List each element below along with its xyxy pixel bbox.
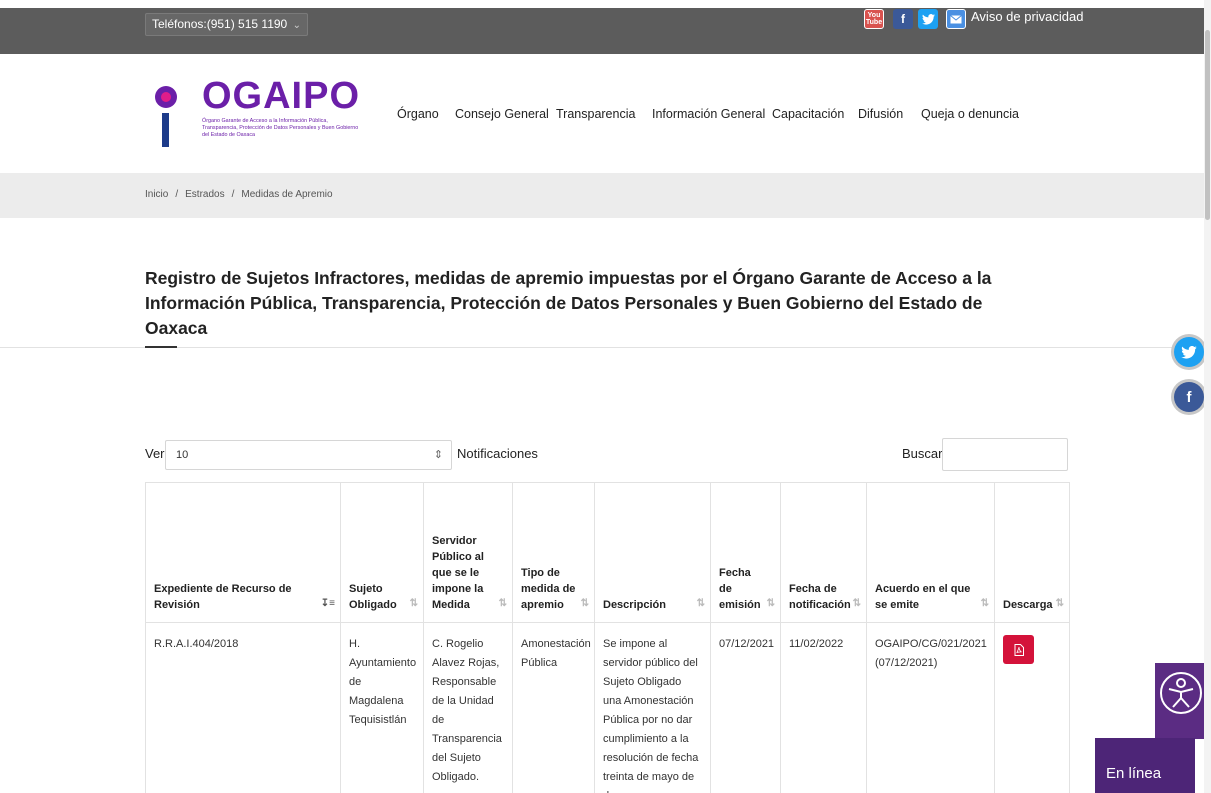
- col-servidor[interactable]: Servidor Público al que se le impone la …: [423, 482, 513, 623]
- scrollbar-thumb[interactable]: [1205, 30, 1210, 220]
- chevron-down-icon: ⌄: [292, 20, 301, 31]
- facebook-icon[interactable]: f: [893, 9, 913, 29]
- sort-icon: ⇅: [1055, 598, 1064, 609]
- share-twitter-icon[interactable]: [1174, 337, 1204, 367]
- cell-servidor: C. Rogelio Alavez Rojas, Responsable de …: [423, 622, 513, 793]
- col-fecha-notificacion-label: Fecha de notificación: [789, 583, 851, 611]
- cell-acuerdo: OGAIPO/CG/021/2021 (07/12/2021): [866, 622, 995, 793]
- nav-consejo-general[interactable]: Consejo General: [455, 107, 549, 121]
- table-row: R.R.A.I.404/2018 H. Ayuntamiento de Magd…: [145, 622, 1070, 793]
- col-fecha-notificacion[interactable]: Fecha de notificación ⇅: [780, 482, 867, 623]
- sort-icon: ⇅: [766, 598, 775, 609]
- sort-icon: ⇅: [580, 598, 589, 609]
- cell-expediente: R.R.A.I.404/2018: [145, 622, 341, 793]
- page-size-label: Ver: [145, 446, 165, 461]
- col-acuerdo-label: Acuerdo en el que se emite: [875, 583, 971, 611]
- col-expediente-label: Expediente de Recurso de Revisión: [154, 583, 292, 611]
- col-sujeto[interactable]: Sujeto Obligado ⇅: [340, 482, 424, 623]
- breadcrumb-estrados[interactable]: Estrados: [185, 189, 224, 200]
- page-title: Registro de Sujetos Infractores, medidas…: [145, 268, 992, 338]
- sort-icon: ⇅: [696, 598, 705, 609]
- cell-tipo: Amonestación Pública: [512, 622, 595, 793]
- cell-emision: 07/12/2021: [710, 622, 781, 793]
- page-size-value: 10: [176, 449, 189, 461]
- nav-transparencia[interactable]: Transparencia: [556, 107, 635, 121]
- pdf-icon: [1014, 643, 1024, 656]
- sort-desc-icon: ↧≡: [320, 598, 335, 609]
- col-sujeto-label: Sujeto Obligado: [349, 583, 397, 611]
- sort-icon: ⇅: [980, 598, 989, 609]
- nav-queja-denuncia[interactable]: Queja o denuncia: [921, 107, 1019, 121]
- title-accent-line: [145, 346, 177, 348]
- col-acuerdo[interactable]: Acuerdo en el que se emite ⇅: [866, 482, 995, 623]
- nav-organo[interactable]: Órgano: [397, 107, 439, 121]
- sort-icon: ⇅: [852, 598, 861, 609]
- cell-notificacion: 11/02/2022: [780, 622, 867, 793]
- nav-informacion-general[interactable]: Información General: [652, 107, 765, 121]
- logo-wordmark[interactable]: OGAIPO: [202, 76, 360, 116]
- nav-capacitacion[interactable]: Capacitación: [772, 107, 844, 121]
- col-descarga-label: Descarga: [1003, 599, 1053, 611]
- col-expediente[interactable]: Expediente de Recurso de Revisión ↧≡: [145, 482, 341, 623]
- breadcrumb-separator: /: [231, 189, 235, 200]
- col-descripcion-label: Descripción: [603, 599, 666, 611]
- sort-icon: ⇅: [409, 598, 418, 609]
- col-servidor-label: Servidor Público al que se le impone la …: [432, 535, 484, 611]
- privacy-link[interactable]: Aviso de privacidad: [971, 9, 1084, 24]
- search-input[interactable]: [942, 438, 1068, 471]
- col-fecha-emision[interactable]: Fecha de emisión ⇅: [710, 482, 781, 623]
- col-tipo-label: Tipo de medida de apremio: [521, 567, 576, 611]
- col-descarga[interactable]: Descarga ⇅: [994, 482, 1070, 623]
- search-label: Buscar: [902, 446, 943, 461]
- logo-subtitle: Órgano Garante de Acceso a la Informació…: [202, 118, 359, 138]
- chat-online-button[interactable]: En línea: [1095, 738, 1195, 793]
- cell-sujeto: H. Ayuntamiento de Magdalena Tequisistlá…: [340, 622, 424, 793]
- page-size-select[interactable]: 10 ⇕: [165, 440, 452, 470]
- cell-descripcion: Se impone al servidor público del Sujeto…: [594, 622, 711, 793]
- youtube-icon[interactable]: You Tube: [864, 9, 884, 29]
- results-table: Expediente de Recurso de Revisión ↧≡ Suje…: [145, 482, 1070, 793]
- page: Teléfonos:(951) 515 1190 ⌄ You Tube f Av…: [0, 0, 1211, 793]
- pdf-download-button[interactable]: [1003, 635, 1034, 664]
- share-facebook-icon[interactable]: f: [1174, 382, 1204, 412]
- breadcrumb-current: Medidas de Apremio: [241, 189, 333, 200]
- breadcrumb-inicio[interactable]: Inicio: [145, 189, 168, 200]
- twitter-icon[interactable]: [918, 9, 938, 29]
- phone-dropdown[interactable]: Teléfonos:(951) 515 1190 ⌄: [145, 13, 308, 36]
- col-descripcion[interactable]: Descripción ⇅: [594, 482, 711, 623]
- phone-label: Teléfonos:(951) 515 1190: [152, 17, 288, 31]
- accessibility-icon[interactable]: [1160, 672, 1202, 714]
- col-tipo[interactable]: Tipo de medida de apremio ⇅: [512, 482, 595, 623]
- select-updown-icon: ⇕: [433, 449, 443, 461]
- table-header-row: Expediente de Recurso de Revisión ↧≡ Suje…: [145, 482, 1070, 623]
- notificaciones-label: Notificaciones: [457, 446, 538, 461]
- breadcrumb: Inicio / Estrados / Medidas de Apremio: [145, 189, 333, 200]
- title-divider: [0, 347, 1211, 348]
- col-fecha-emision-label: Fecha de emisión: [719, 567, 761, 611]
- cell-descarga: [994, 622, 1070, 793]
- logo-icon[interactable]: [153, 83, 183, 147]
- mail-icon[interactable]: [946, 9, 966, 29]
- breadcrumb-separator: /: [175, 189, 179, 200]
- nav-difusion[interactable]: Difusión: [858, 107, 903, 121]
- sort-icon: ⇅: [498, 598, 507, 609]
